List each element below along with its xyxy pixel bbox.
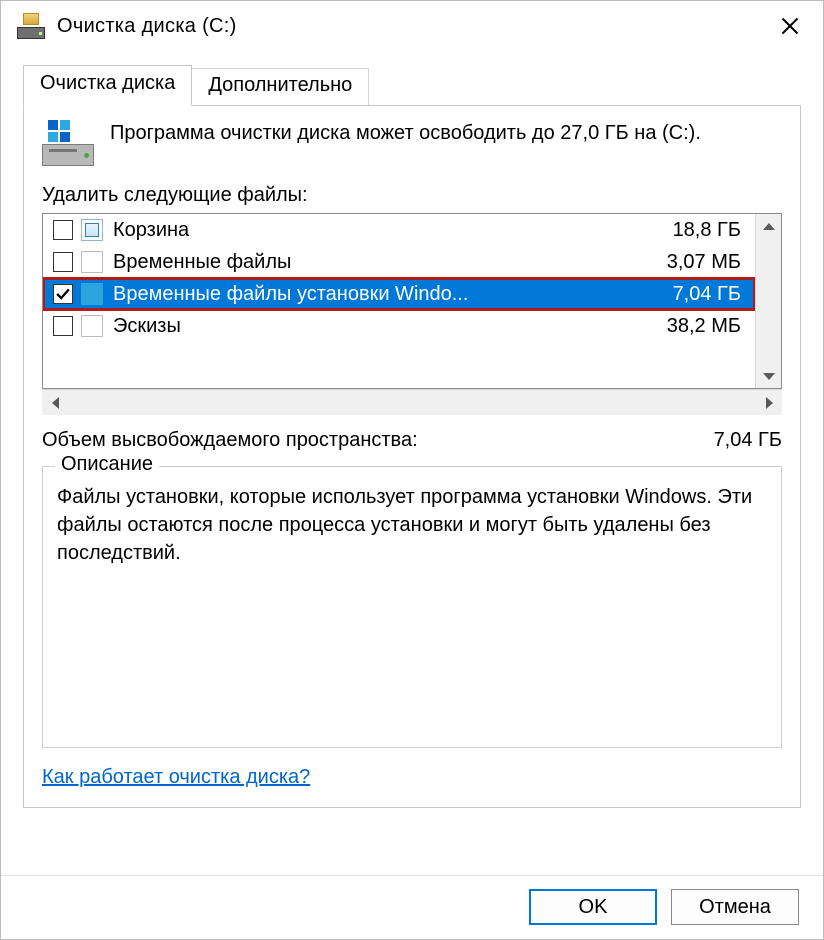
tab-panel-cleanup: Программа очистки диска может освободить… [23,105,801,808]
info-text: Программа очистки диска может освободить… [110,120,701,147]
chevron-right-icon [766,397,773,409]
scroll-track[interactable] [756,238,781,364]
freed-space-value: 7,04 ГБ [714,429,782,452]
checkbox[interactable] [53,284,73,304]
cancel-button[interactable]: Отмена [671,889,799,925]
checkbox[interactable] [53,220,73,240]
ok-button[interactable]: OK [529,889,657,925]
item-size: 18,8 ГБ [673,219,749,242]
description-text: Файлы установки, которые использует прог… [57,483,767,567]
tab-more-options[interactable]: Дополнительно [192,68,369,106]
chevron-up-icon [763,223,775,230]
scroll-left-button[interactable] [42,390,68,416]
item-size: 38,2 МБ [667,315,749,338]
titlebar: Очистка диска (C:) [1,1,823,51]
list-item[interactable]: Эскизы38,2 МБ [43,310,755,342]
file-icon [81,251,103,273]
info-row: Программа очистки диска может освободить… [42,120,782,166]
window-body: Очистка диска Дополнительно Программа оч… [1,51,823,875]
folder-icon [81,283,103,305]
freed-space-label: Объем высвобождаемого пространства: [42,429,714,452]
file-icon [81,315,103,337]
chevron-left-icon [52,397,59,409]
list-item[interactable]: Временные файлы установки Windo...7,04 Г… [43,278,755,310]
scroll-track-h[interactable] [68,390,756,415]
item-name: Эскизы [111,315,667,338]
freed-space-row: Объем высвобождаемого пространства: 7,04… [42,429,782,452]
tab-cleanup[interactable]: Очистка диска [23,65,192,106]
drive-icon [42,120,94,166]
item-name: Временные файлы установки Windo... [111,283,673,306]
app-icon [17,13,45,39]
bin-icon [81,219,103,241]
check-icon [56,287,70,301]
scroll-down-button[interactable] [756,364,781,388]
scroll-up-button[interactable] [756,214,781,238]
list-item[interactable]: Временные файлы3,07 МБ [43,246,755,278]
description-legend: Описание [55,453,159,476]
close-icon [781,17,799,35]
dialog-buttons: OK Отмена [1,875,823,939]
window-title: Очистка диска (C:) [57,15,767,38]
list-item[interactable]: Корзина18,8 ГБ [43,214,755,246]
horizontal-scrollbar[interactable] [42,389,782,415]
item-size: 3,07 МБ [667,251,749,274]
close-button[interactable] [767,6,813,46]
vertical-scrollbar[interactable] [755,214,781,388]
checkbox[interactable] [53,252,73,272]
scroll-right-button[interactable] [756,390,782,416]
tab-row: Очистка диска Дополнительно [23,65,801,106]
files-list-label: Удалить следующие файлы: [42,184,782,207]
help-link[interactable]: Как работает очистка диска? [42,766,310,789]
item-size: 7,04 ГБ [673,283,749,306]
description-group: Описание Файлы установки, которые исполь… [42,466,782,748]
chevron-down-icon [763,373,775,380]
files-list-container: Корзина18,8 ГБВременные файлы3,07 МБВрем… [42,213,782,415]
item-name: Корзина [111,219,673,242]
disk-cleanup-window: Очистка диска (C:) Очистка диска Дополни… [0,0,824,940]
checkbox[interactable] [53,316,73,336]
files-list[interactable]: Корзина18,8 ГБВременные файлы3,07 МБВрем… [42,213,782,389]
item-name: Временные файлы [111,251,667,274]
